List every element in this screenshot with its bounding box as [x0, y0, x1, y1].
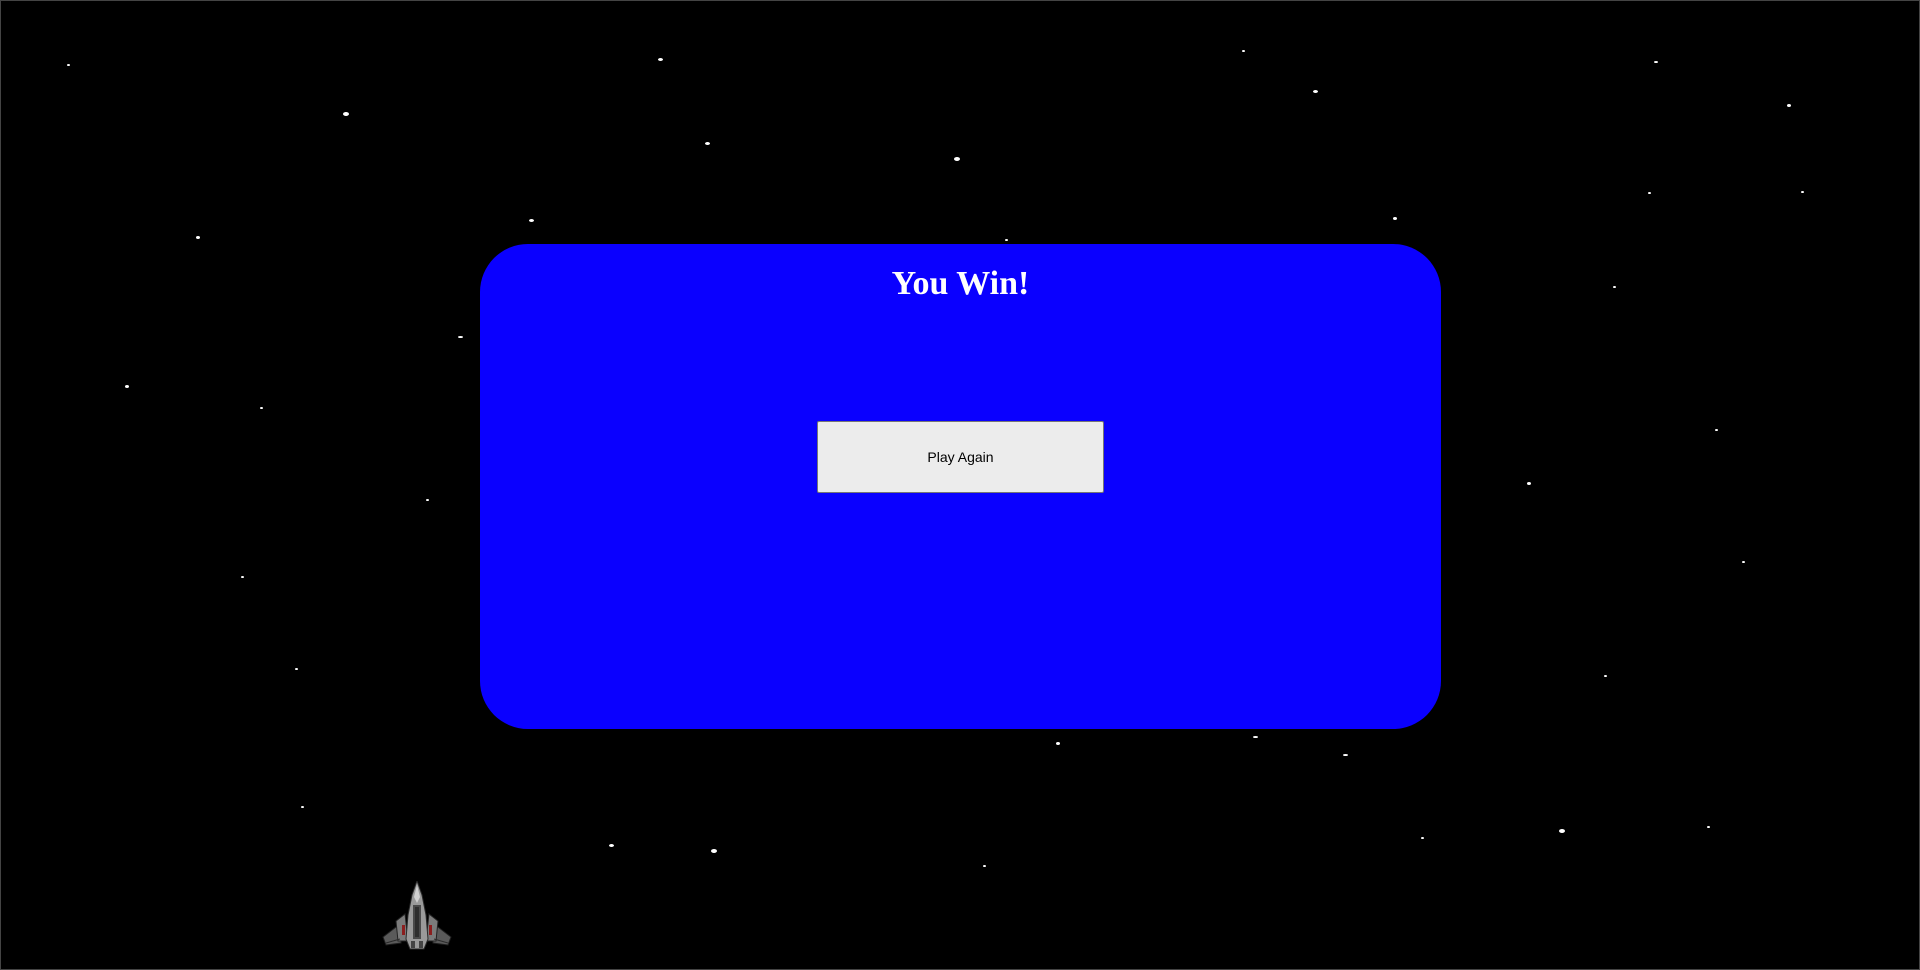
- star: [426, 499, 429, 501]
- star: [1801, 191, 1804, 193]
- star: [1253, 736, 1258, 738]
- star: [241, 576, 244, 578]
- star: [343, 112, 349, 116]
- star: [196, 236, 200, 239]
- star: [67, 64, 70, 66]
- win-panel: You Win! Play Again: [480, 244, 1441, 729]
- star: [529, 219, 534, 222]
- star: [1648, 192, 1651, 194]
- star: [1527, 482, 1531, 485]
- star: [1393, 217, 1397, 220]
- star: [1313, 90, 1318, 93]
- star: [458, 336, 463, 338]
- star: [295, 668, 298, 670]
- game-canvas[interactable]: You Win! Play Again: [0, 0, 1920, 970]
- star: [1613, 286, 1616, 288]
- star: [609, 844, 614, 847]
- star: [983, 865, 986, 867]
- star: [1005, 239, 1008, 241]
- star: [301, 806, 304, 808]
- star: [1654, 61, 1658, 63]
- star: [711, 849, 717, 853]
- star: [260, 407, 263, 409]
- star: [1604, 675, 1607, 677]
- star: [1056, 742, 1060, 745]
- win-title: You Win!: [891, 265, 1030, 302]
- star: [954, 157, 960, 161]
- star: [1707, 826, 1710, 828]
- star: [1742, 561, 1745, 563]
- star: [125, 385, 129, 388]
- star: [1421, 837, 1424, 839]
- spaceship-icon: [382, 881, 452, 950]
- star: [1242, 50, 1245, 52]
- star: [1787, 104, 1791, 107]
- star: [1559, 829, 1565, 833]
- star: [1715, 429, 1718, 431]
- star: [705, 142, 710, 145]
- star: [658, 58, 663, 61]
- play-again-button[interactable]: Play Again: [817, 421, 1104, 493]
- star: [1343, 754, 1348, 756]
